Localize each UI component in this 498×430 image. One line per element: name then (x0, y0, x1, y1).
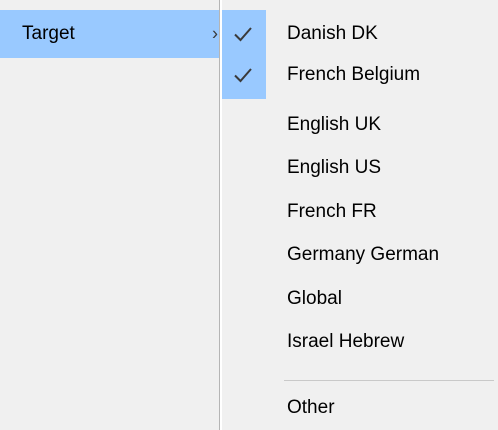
submenu-item-label: Danish DK (287, 23, 378, 44)
submenu-item-label: Israel Hebrew (287, 331, 405, 352)
submenu-item-label: Global (287, 288, 342, 309)
submenu-item-label: French FR (287, 201, 377, 222)
submenu-item-label: Germany German (287, 244, 440, 265)
submenu-item-label: English US (287, 157, 381, 178)
parent-menu: Target › (0, 0, 220, 430)
submenu-item-israel-hebrew[interactable]: Israel Hebrew (222, 318, 498, 366)
submenu-item-english-us[interactable]: English US (222, 144, 498, 192)
submenu-item-label: French Belgium (287, 64, 421, 85)
chevron-right-icon: › (212, 23, 218, 44)
submenu-item-french-fr[interactable]: French FR (222, 188, 498, 236)
checkmark-icon (232, 23, 254, 45)
submenu-item-label: English UK (287, 114, 381, 135)
submenu-item-other[interactable]: Other (222, 384, 498, 430)
target-submenu: Danish DK French Belgium English UK Engl… (222, 0, 498, 430)
context-menu-screen: Target › Danish DK French Belgium Englis… (0, 0, 498, 430)
menu-item-target[interactable]: Target › (0, 10, 219, 58)
submenu-item-english-uk[interactable]: English UK (222, 101, 498, 149)
submenu-item-germany-german[interactable]: Germany German (222, 231, 498, 279)
checkmark-icon (232, 64, 254, 86)
menu-item-label: Target (22, 23, 75, 44)
submenu-item-global[interactable]: Global (222, 275, 498, 323)
menu-separator (284, 380, 494, 381)
submenu-item-french-belgium[interactable]: French Belgium (222, 51, 498, 99)
submenu-item-label: Other (287, 397, 335, 418)
